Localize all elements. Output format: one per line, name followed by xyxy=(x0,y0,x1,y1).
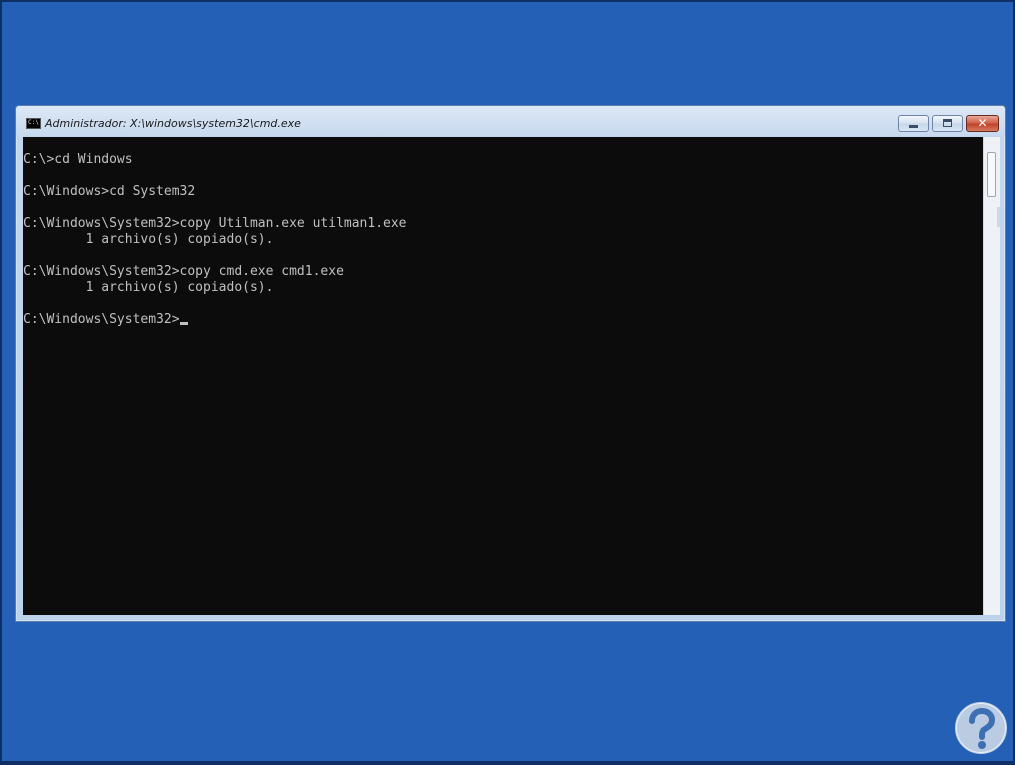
maximize-button[interactable] xyxy=(932,115,963,132)
console-line: 1 archivo(s) copiado(s). xyxy=(23,280,274,295)
scrollbar-track-mark xyxy=(997,207,1000,227)
console-line: C:\Windows>cd System32 xyxy=(23,184,196,199)
console-text: C:\>cd Windows C:\Windows>cd System32 C:… xyxy=(23,152,407,328)
text-cursor xyxy=(179,322,188,325)
cmd-app-icon-glyph: C:\ xyxy=(28,119,39,126)
cmd-window: C:\ Administrador: X:\windows\system32\c… xyxy=(15,105,1006,622)
title-bar[interactable]: C:\ Administrador: X:\windows\system32\c… xyxy=(16,106,1005,136)
screen-border-bottom xyxy=(0,761,1015,765)
screen-border-top xyxy=(0,0,1015,2)
console-line: C:\>cd Windows xyxy=(23,152,133,167)
scrollbar-thumb[interactable] xyxy=(987,152,996,197)
screen-border-left xyxy=(0,0,2,765)
minimize-icon xyxy=(909,125,918,128)
console-output[interactable]: C:\>cd Windows C:\Windows>cd System32 C:… xyxy=(23,137,983,615)
close-button[interactable]: ✕ xyxy=(966,115,999,132)
console-line: C:\Windows\System32>copy Utilman.exe uti… xyxy=(23,216,407,231)
vertical-scrollbar[interactable] xyxy=(983,137,1000,615)
console-line: C:\Windows\System32>copy cmd.exe cmd1.ex… xyxy=(23,264,344,279)
console-line: 1 archivo(s) copiado(s). xyxy=(23,232,274,247)
minimize-button[interactable] xyxy=(898,115,929,132)
question-mark-logo-icon xyxy=(955,702,1007,754)
maximize-icon xyxy=(943,119,952,127)
close-icon: ✕ xyxy=(977,116,988,130)
cmd-app-icon[interactable]: C:\ xyxy=(26,118,41,129)
console-prompt: C:\Windows\System32> xyxy=(23,312,180,327)
window-title: Administrador: X:\windows\system32\cmd.e… xyxy=(45,117,301,130)
